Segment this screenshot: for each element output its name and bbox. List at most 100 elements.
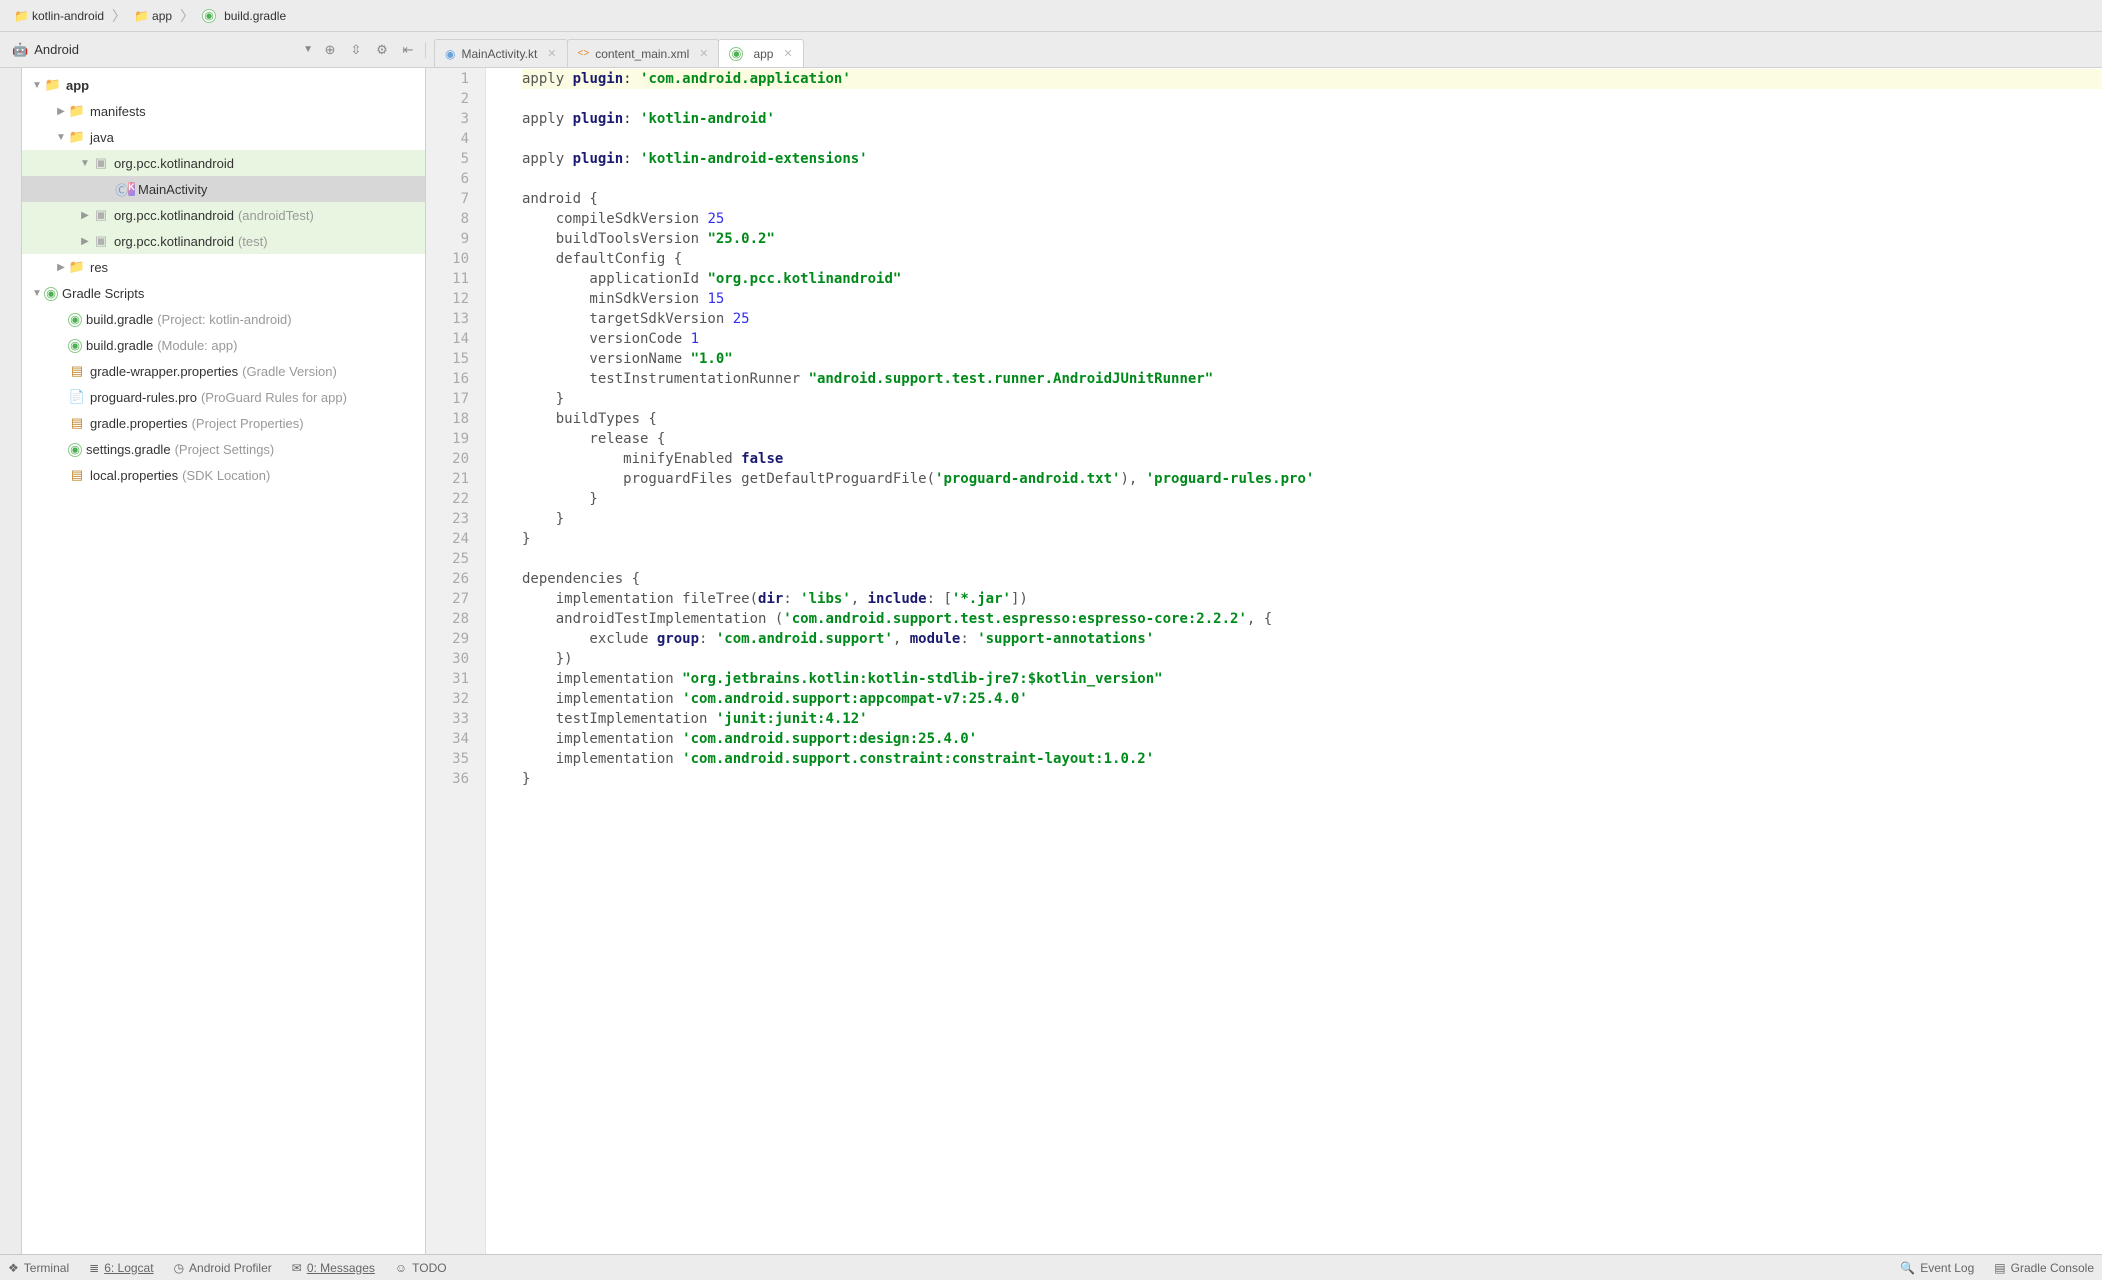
tree-twist-icon[interactable] (54, 132, 68, 143)
crumb-project[interactable]: 📁 kotlin-android (8, 7, 110, 25)
code-line[interactable]: implementation 'com.android.support.cons… (522, 749, 2102, 769)
editor-tab[interactable]: <>content_main.xml✕ (567, 39, 720, 67)
code-line[interactable] (522, 549, 2102, 569)
tree-item[interactable]: 📁res (22, 254, 425, 280)
code-editor[interactable]: 1234567891011121314151617181920212223242… (426, 68, 2102, 1254)
line-number: 21 (426, 469, 469, 489)
code-line[interactable]: minifyEnabled false (522, 449, 2102, 469)
tree-twist-icon[interactable] (30, 80, 44, 91)
collapse-icon[interactable]: ⇳ (347, 42, 365, 58)
crumb-module[interactable]: 📁 app (128, 7, 178, 25)
tree-item[interactable]: ▣org.pcc.kotlinandroid (22, 150, 425, 176)
code-line[interactable]: apply plugin: 'kotlin-android-extensions… (522, 149, 2102, 169)
code-line[interactable]: implementation 'com.android.support:desi… (522, 729, 2102, 749)
tree-item[interactable]: ▤gradle.properties(Project Properties) (22, 410, 425, 436)
tree-item[interactable]: 📄proguard-rules.pro(ProGuard Rules for a… (22, 384, 425, 410)
code-line[interactable]: buildTypes { (522, 409, 2102, 429)
code-line[interactable]: androidTestImplementation ('com.android.… (522, 609, 2102, 629)
code-area[interactable]: apply plugin: 'com.android.application' a… (486, 68, 2102, 1254)
code-line[interactable]: applicationId "org.pcc.kotlinandroid" (522, 269, 2102, 289)
code-line[interactable]: testImplementation 'junit:junit:4.12' (522, 709, 2102, 729)
code-line[interactable]: proguardFiles getDefaultProguardFile('pr… (522, 469, 2102, 489)
line-number: 3 (426, 109, 469, 129)
tree-item-hint: (androidTest) (238, 208, 314, 223)
left-rail[interactable] (0, 68, 22, 1254)
gradle-icon: ◉ (202, 9, 216, 23)
code-line[interactable]: } (522, 529, 2102, 549)
messages-button[interactable]: ✉0: Messages (292, 1261, 375, 1275)
editor-tab[interactable]: ◉MainActivity.kt✕ (434, 39, 568, 67)
tree-item[interactable]: ◉settings.gradle(Project Settings) (22, 436, 425, 462)
code-line[interactable]: compileSdkVersion 25 (522, 209, 2102, 229)
code-line[interactable]: targetSdkVersion 25 (522, 309, 2102, 329)
tree-twist-icon[interactable] (54, 262, 68, 273)
tree-item[interactable]: 📁app (22, 72, 425, 98)
tree-twist-icon[interactable] (30, 288, 44, 299)
tree-item[interactable]: ◉build.gradle(Module: app) (22, 332, 425, 358)
code-line[interactable]: } (522, 509, 2102, 529)
crumb-file[interactable]: ◉ build.gradle (196, 7, 292, 25)
code-line[interactable]: minSdkVersion 15 (522, 289, 2102, 309)
code-line[interactable]: implementation fileTree(dir: 'libs', inc… (522, 589, 2102, 609)
close-icon[interactable]: ✕ (547, 47, 556, 60)
code-line[interactable]: } (522, 489, 2102, 509)
target-icon[interactable]: ⊕ (321, 42, 339, 58)
code-line[interactable]: buildToolsVersion "25.0.2" (522, 229, 2102, 249)
code-line[interactable] (522, 169, 2102, 189)
logcat-button[interactable]: ≣6: Logcat (89, 1261, 153, 1275)
code-line[interactable]: implementation "org.jetbrains.kotlin:kot… (522, 669, 2102, 689)
tree-twist-icon[interactable] (78, 158, 92, 169)
terminal-button[interactable]: ❖Terminal (8, 1261, 69, 1275)
tree-twist-icon[interactable] (78, 236, 92, 247)
code-line[interactable]: dependencies { (522, 569, 2102, 589)
tree-item[interactable]: ▣org.pcc.kotlinandroid(test) (22, 228, 425, 254)
line-number: 29 (426, 629, 469, 649)
line-number: 16 (426, 369, 469, 389)
tree-item-label: org.pcc.kotlinandroid (114, 234, 234, 249)
code-line[interactable]: }) (522, 649, 2102, 669)
project-view-selector[interactable]: 🤖 Android ▼ (8, 42, 321, 58)
editor-tab[interactable]: ◉app✕ (718, 39, 803, 67)
code-line[interactable]: defaultConfig { (522, 249, 2102, 269)
code-line[interactable]: } (522, 769, 2102, 789)
code-line[interactable]: testInstrumentationRunner "android.suppo… (522, 369, 2102, 389)
code-line[interactable]: implementation 'com.android.support:appc… (522, 689, 2102, 709)
tree-item[interactable]: ▣org.pcc.kotlinandroid(androidTest) (22, 202, 425, 228)
code-line[interactable]: exclude group: 'com.android.support', mo… (522, 629, 2102, 649)
close-icon[interactable]: ✕ (783, 47, 792, 60)
code-line[interactable]: } (522, 389, 2102, 409)
profiler-button[interactable]: ◷Android Profiler (174, 1261, 272, 1275)
code-line[interactable] (522, 89, 2102, 109)
tree-item[interactable]: ◉build.gradle(Project: kotlin-android) (22, 306, 425, 332)
tree-item[interactable]: ▤gradle-wrapper.properties(Gradle Versio… (22, 358, 425, 384)
folder-icon: 📁 (68, 102, 86, 120)
tree-item[interactable]: ◉Gradle Scripts (22, 280, 425, 306)
code-line[interactable]: versionCode 1 (522, 329, 2102, 349)
line-number: 6 (426, 169, 469, 189)
hide-icon[interactable]: ⇤ (399, 42, 417, 58)
eventlog-button[interactable]: 🔍Event Log (1900, 1261, 1974, 1275)
project-tree[interactable]: 📁app📁manifests📁java▣org.pcc.kotlinandroi… (22, 68, 426, 1254)
code-line[interactable]: apply plugin: 'com.android.application' (522, 69, 2102, 89)
gear-icon[interactable]: ⚙ (373, 42, 391, 58)
code-line[interactable]: release { (522, 429, 2102, 449)
tree-item[interactable]: 📁manifests (22, 98, 425, 124)
line-number: 18 (426, 409, 469, 429)
tree-item[interactable]: 📁java (22, 124, 425, 150)
tab-label: app (753, 47, 773, 61)
tab-label: content_main.xml (595, 47, 689, 61)
code-line[interactable]: versionName "1.0" (522, 349, 2102, 369)
code-line[interactable]: apply plugin: 'kotlin-android' (522, 109, 2102, 129)
tree-twist-icon[interactable] (78, 210, 92, 221)
tree-item-label: settings.gradle (86, 442, 171, 457)
tree-twist-icon[interactable] (54, 106, 68, 117)
todo-button[interactable]: ☺TODO (395, 1261, 447, 1275)
line-number: 1 (426, 69, 469, 89)
code-line[interactable] (522, 129, 2102, 149)
tree-item[interactable]: Ⓒ KMainActivity (22, 176, 425, 202)
close-icon[interactable]: ✕ (699, 47, 708, 60)
gradle-console-button[interactable]: ▤Gradle Console (1994, 1261, 2094, 1275)
tree-item-hint: (test) (238, 234, 268, 249)
tree-item[interactable]: ▤local.properties(SDK Location) (22, 462, 425, 488)
code-line[interactable]: android { (522, 189, 2102, 209)
